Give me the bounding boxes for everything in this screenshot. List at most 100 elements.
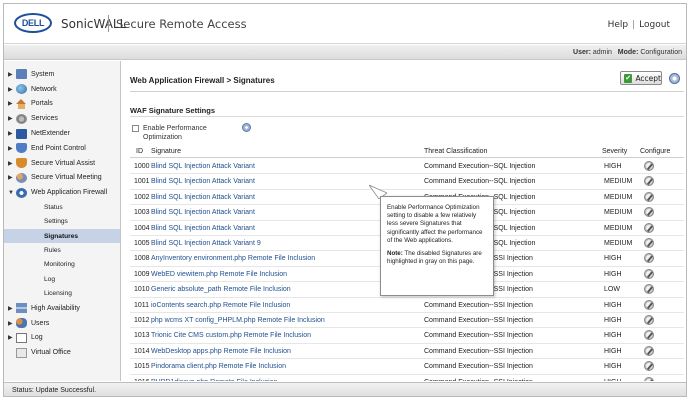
configure-pencil-icon[interactable]: [644, 191, 654, 202]
configure-pencil-icon[interactable]: [644, 376, 654, 381]
gears-icon: [16, 113, 27, 124]
signature-link[interactable]: Pindorama client.php Remote File Inclusi…: [151, 363, 286, 370]
signature-id: 1015: [134, 363, 150, 371]
dell-logo: DELL: [14, 13, 52, 33]
sidebar-item-services[interactable]: ▶ Services: [4, 111, 120, 126]
configure-pencil-icon[interactable]: [644, 161, 654, 171]
info-tooltip-icon[interactable]: [242, 123, 251, 132]
sidebar-item-high-availability[interactable]: ▶ High Availability: [4, 301, 120, 316]
sidebar-item-label: Virtual Office: [31, 349, 71, 357]
sidebar-item-netextender[interactable]: ▶ NetExtender: [4, 126, 120, 141]
configure-pencil-icon[interactable]: [644, 284, 654, 295]
perf-optimization-checkbox[interactable]: [132, 125, 139, 132]
sidebar-subitem-licensing[interactable]: Licensing: [4, 287, 120, 301]
signature-link[interactable]: PHPD1disave.php Remote File Inclusion: [151, 379, 277, 381]
table-row: 1013 Trionic Cite CMS custom.php Remote F…: [130, 328, 684, 344]
threat-classification: Command Execution--SQL Injection: [424, 163, 536, 170]
sidebar-item-web-application-firewall[interactable]: ▼ Web Application Firewall: [4, 185, 120, 200]
severity-value: HIGH: [604, 270, 622, 278]
sidebar-item-system[interactable]: ▶ System: [4, 67, 120, 82]
column-header-signature[interactable]: Signature: [151, 148, 181, 155]
signature-link[interactable]: php wcms XT config_PHPLM.php Remote File…: [151, 317, 325, 324]
user-mode-info: User: admin Mode: Configuration: [573, 49, 682, 56]
sidebar-subitem-log[interactable]: Log: [4, 272, 120, 286]
signature-id: 1010: [134, 286, 150, 294]
expand-arrow-icon: ▶: [8, 175, 13, 182]
accept-button[interactable]: ✔ Accept: [620, 71, 662, 85]
signature-link[interactable]: WebED viewitem.php Remote File Inclusion: [151, 271, 287, 278]
configure-pencil-icon[interactable]: [644, 299, 654, 310]
section-divider: [130, 116, 684, 117]
configure-pencil-icon[interactable]: [644, 345, 654, 356]
column-header-id[interactable]: ID: [136, 148, 143, 155]
column-header-severity[interactable]: Severity: [602, 148, 627, 155]
configure-pencil-icon[interactable]: [644, 268, 654, 279]
severity-value: MEDIUM: [604, 178, 633, 186]
signature-link[interactable]: Generic absolute_path Remote File Inclus…: [151, 286, 291, 293]
signature-id: 1004: [134, 224, 150, 232]
sidebar-subitem-rules[interactable]: Rules: [4, 243, 120, 257]
sidebar-item-users[interactable]: ▶ Users: [4, 316, 120, 331]
sidebar-subitem-monitoring[interactable]: Monitoring: [4, 258, 120, 272]
column-header-threat[interactable]: Threat Classification: [424, 148, 487, 155]
logout-link[interactable]: Logout: [639, 20, 670, 30]
severity-value: HIGH: [604, 255, 622, 263]
signature-link[interactable]: WebDesktop apps.php Remote File Inclusio…: [151, 348, 291, 355]
table-row: 1001 Blind SQL Injection Attack Variant Co…: [130, 174, 684, 190]
signature-link[interactable]: Blind SQL Injection Attack Variant: [151, 194, 255, 201]
sidebar-item-end-point-control[interactable]: ▶ End Point Control: [4, 141, 120, 156]
signature-link[interactable]: Blind SQL Injection Attack Variant: [151, 225, 255, 232]
signature-link[interactable]: Trionic Cite CMS custom.php Remote File …: [151, 332, 311, 339]
help-link[interactable]: Help: [608, 20, 629, 30]
virtual-office-icon: [16, 347, 27, 358]
sidebar-item-portals[interactable]: ▶ Portals: [4, 97, 120, 112]
sidebar-subitem-status[interactable]: Status: [4, 200, 120, 214]
sidebar-subitem-signatures[interactable]: Signatures: [4, 228, 120, 244]
signature-link[interactable]: AnyInventory environment.php Remote File…: [151, 255, 315, 262]
expand-arrow-icon: ▶: [8, 145, 13, 152]
configure-pencil-icon[interactable]: [644, 315, 654, 325]
main-content: Web Application Firewall > Signatures ✔ A…: [122, 61, 686, 381]
signature-link[interactable]: Blind SQL Injection Attack Variant: [151, 178, 255, 185]
severity-value: HIGH: [604, 363, 622, 371]
log-icon: [16, 332, 27, 343]
configure-pencil-icon[interactable]: [644, 207, 654, 218]
table-header: ID Signature Threat Classification Sever…: [130, 146, 684, 158]
sidebar-item-label: Network: [31, 85, 57, 93]
sidebar-item-secure-virtual-assist[interactable]: ▶ Secure Virtual Assist: [4, 156, 120, 171]
signature-id: 1005: [134, 240, 150, 247]
configure-pencil-icon[interactable]: [644, 238, 654, 248]
link-separator: |: [632, 20, 636, 30]
expand-arrow-icon: ▶: [8, 160, 13, 167]
threat-classification: Command Execution--SSI Injection: [424, 301, 533, 309]
mode-label: Mode:: [617, 49, 639, 56]
signature-id: 1003: [134, 209, 150, 217]
configure-pencil-icon[interactable]: [644, 361, 654, 372]
help-icon[interactable]: [669, 73, 680, 84]
signature-link[interactable]: Blind SQL Injection Attack Variant: [151, 163, 255, 170]
sidebar-subitem-settings[interactable]: Settings: [4, 215, 120, 229]
sidebar-item-virtual-office[interactable]: Virtual Office: [4, 345, 120, 360]
sidebar-item-label: System: [31, 70, 55, 78]
sidebar-item-label: End Point Control: [31, 144, 86, 152]
severity-value: MEDIUM: [604, 240, 633, 247]
signature-link[interactable]: Blind SQL Injection Attack Variant: [151, 209, 255, 216]
sidebar-item-secure-virtual-meeting[interactable]: ▶ Secure Virtual Meeting: [4, 171, 120, 186]
table-row: 1016PHPD1disave.php Remote File Inclusio…: [130, 375, 684, 381]
sidebar-item-network[interactable]: ▶ Network: [4, 82, 120, 97]
signature-id: 1014: [134, 347, 150, 355]
users-icon: [16, 318, 27, 329]
user-bar: User: admin Mode: Configuration: [4, 45, 686, 60]
configure-pencil-icon[interactable]: [644, 222, 654, 233]
sidebar-item-log[interactable]: ▶ Log: [4, 331, 120, 346]
configure-pencil-icon[interactable]: [644, 330, 654, 341]
configure-pencil-icon[interactable]: [644, 253, 654, 264]
signature-id: 1013: [134, 332, 150, 340]
signature-link[interactable]: Blind SQL Injection Attack Variant 9: [151, 240, 261, 247]
sidebar-item-label: Secure Virtual Assist: [31, 159, 96, 167]
sidebar-item-label: NetExtender: [31, 130, 70, 138]
signature-link[interactable]: ioContents search.php Remote File Inclus…: [151, 302, 290, 309]
table-row: 1011 ioContents search.php Remote File In…: [130, 298, 684, 313]
configure-pencil-icon[interactable]: [644, 176, 654, 187]
sidebar: ▶ System ▶ Network ▶ Portals ▶ Services ▶ Net…: [4, 61, 121, 381]
